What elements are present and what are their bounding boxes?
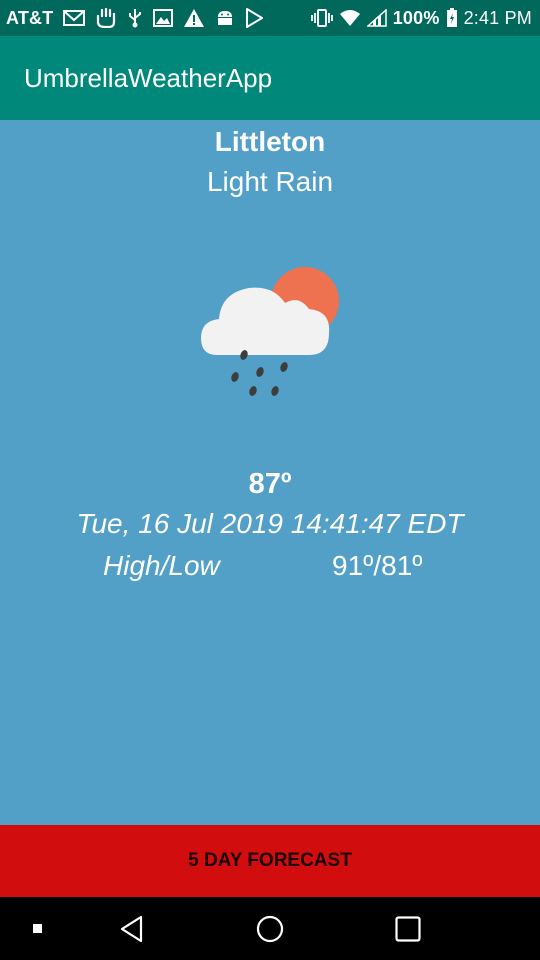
light-rain-icon (195, 263, 345, 403)
status-right: 100% 2:41 PM (310, 7, 532, 29)
status-left: AT&T (6, 7, 264, 29)
high-low-label: High/Low (103, 550, 220, 581)
current-temperature: 87º (248, 468, 292, 500)
recent-dot-icon[interactable] (18, 897, 58, 960)
hand-icon (95, 8, 117, 28)
signal-icon (366, 9, 387, 27)
status-bar: AT&T 100% 2:41 PM (0, 0, 540, 36)
gmail-icon (63, 9, 86, 27)
observation-datetime: Tue, 16 Jul 2019 14:41:47 EDT (76, 508, 464, 539)
home-icon[interactable] (248, 897, 292, 960)
play-store-icon (245, 8, 264, 28)
navigation-bar (0, 897, 540, 960)
warning-icon (183, 8, 205, 28)
high-low-value: 91º/81º (332, 550, 423, 581)
wifi-icon (339, 9, 361, 27)
battery-icon (446, 8, 458, 28)
overview-icon[interactable] (386, 897, 430, 960)
clock: 2:41 PM (463, 7, 532, 28)
android-icon (215, 8, 235, 28)
app-title: UmbrellaWeatherApp (24, 62, 273, 93)
app-bar: UmbrellaWeatherApp (0, 36, 540, 120)
usb-icon (127, 8, 143, 28)
weather-condition: Light Rain (206, 166, 334, 197)
weather-panel: Littleton Light Rain 87º Tue, 16 Jul 201… (0, 120, 540, 825)
back-icon[interactable] (110, 897, 154, 960)
vibrate-icon (310, 8, 333, 28)
five-day-forecast-button[interactable]: 5 DAY FORECAST (0, 825, 540, 897)
city-name: Littleton (214, 126, 326, 157)
carrier-label: AT&T (6, 7, 54, 28)
image-icon (153, 9, 174, 27)
battery-percent: 100% (392, 7, 440, 28)
